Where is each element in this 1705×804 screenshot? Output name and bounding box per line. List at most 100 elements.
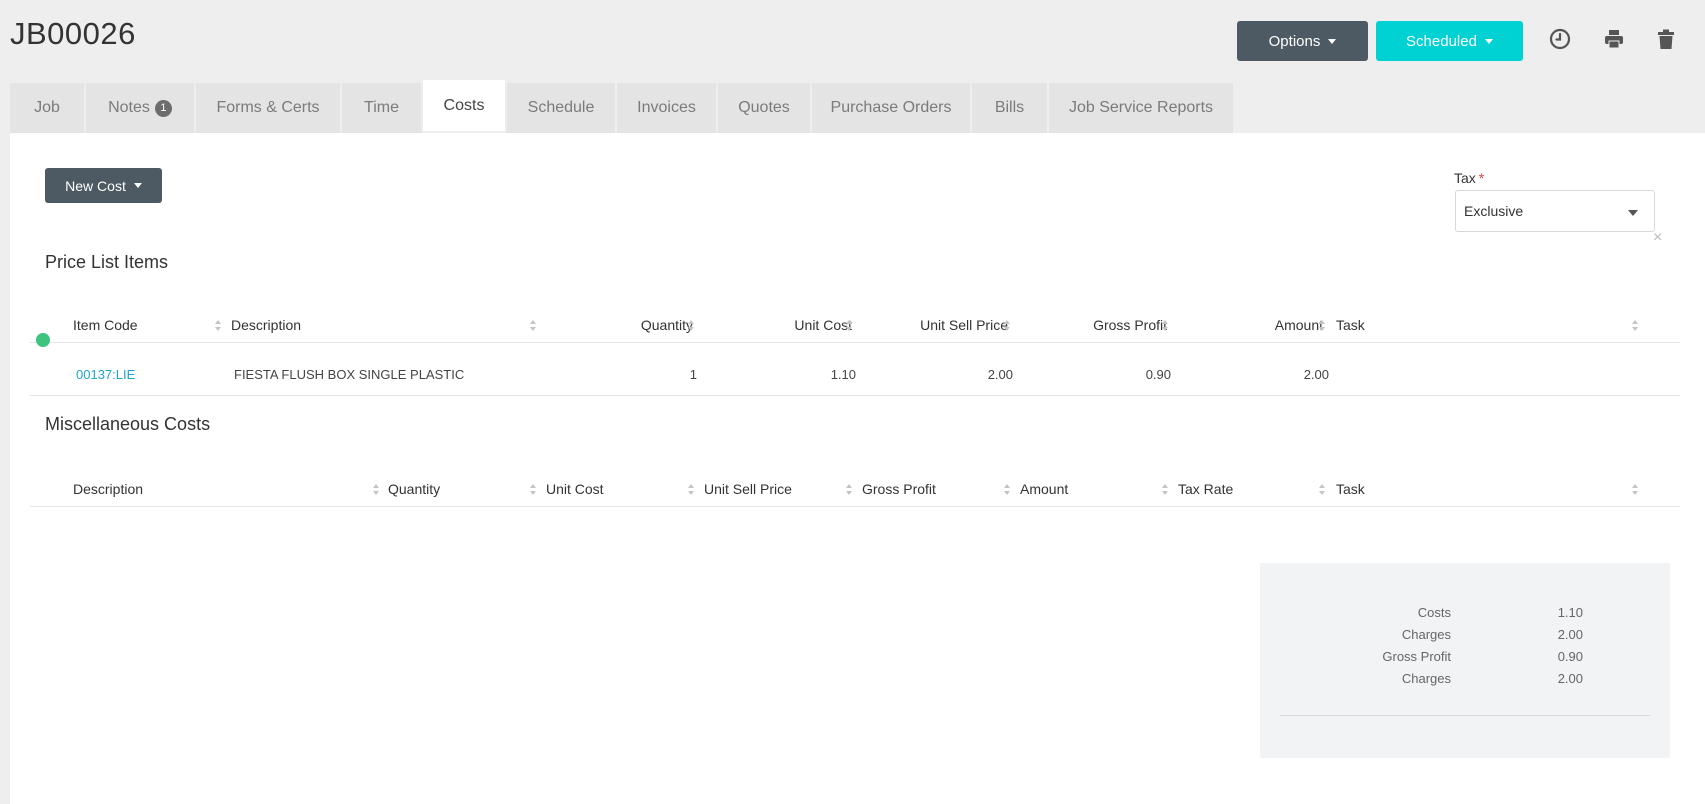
col-unit-cost[interactable]: Unit Cost	[794, 317, 852, 333]
new-cost-label: New Cost	[65, 177, 126, 194]
tab-schedule[interactable]: Schedule	[507, 83, 615, 133]
col-misc-tax-rate[interactable]: Tax Rate	[1178, 481, 1233, 497]
totals-label: Charges	[1401, 671, 1451, 686]
totals-value: 1.10	[1557, 605, 1583, 620]
sort-icon[interactable]	[1319, 320, 1326, 331]
totals-value: 0.90	[1557, 649, 1583, 664]
caret-down-icon	[1484, 38, 1493, 44]
caret-down-icon	[133, 183, 142, 188]
print-icon[interactable]	[1601, 26, 1627, 52]
tab-label: Costs	[443, 96, 485, 114]
tab-job-service-reports[interactable]: Job Service Reports	[1049, 83, 1233, 133]
tab-label: Time	[364, 99, 399, 116]
sort-icon[interactable]	[1632, 484, 1639, 495]
totals-value: 2.00	[1557, 627, 1583, 642]
caret-down-icon	[1328, 38, 1337, 44]
col-misc-gross-profit[interactable]: Gross Profit	[862, 481, 936, 497]
totals-value: 2.00	[1557, 671, 1583, 686]
sort-icon[interactable]	[1319, 484, 1326, 495]
notes-count-badge: 1	[154, 99, 172, 117]
options-button[interactable]: Options	[1237, 21, 1368, 61]
sort-icon[interactable]	[846, 484, 853, 495]
tab-bar: Job Notes 1 Forms & Certs Time Costs Sche…	[10, 80, 1235, 133]
tax-label-text: Tax	[1454, 170, 1476, 186]
tab-invoices[interactable]: Invoices	[617, 83, 716, 133]
sort-icon[interactable]	[215, 320, 222, 331]
item-amount: 2.00	[1303, 367, 1329, 382]
sort-icon[interactable]	[530, 484, 537, 495]
status-dot-icon	[36, 333, 50, 347]
options-button-label: Options	[1268, 32, 1321, 50]
col-misc-unit-cost[interactable]: Unit Cost	[546, 481, 604, 497]
col-gross-profit[interactable]: Gross Profit	[1093, 317, 1167, 333]
tab-job[interactable]: Job	[10, 83, 84, 133]
col-task[interactable]: Task	[1336, 317, 1365, 333]
job-title: JB00026	[10, 16, 136, 51]
tax-label: Tax *	[1454, 170, 1484, 186]
tax-select[interactable]: Exclusive	[1455, 190, 1655, 232]
col-misc-task[interactable]: Task	[1336, 481, 1365, 497]
tab-label: Job Service Reports	[1068, 99, 1214, 116]
tab-label: Purchase Orders	[830, 99, 952, 116]
col-description[interactable]: Description	[231, 317, 301, 333]
sort-icon[interactable]	[373, 484, 380, 495]
item-gross-profit: 0.90	[1145, 367, 1171, 382]
col-misc-amount[interactable]: Amount	[1020, 481, 1068, 497]
trash-icon[interactable]	[1653, 26, 1679, 52]
tab-label: Quotes	[738, 99, 790, 116]
tab-label: Invoices	[637, 99, 696, 116]
col-misc-unit-sell-price[interactable]: Unit Sell Price	[704, 481, 792, 497]
sort-icon[interactable]	[688, 484, 695, 495]
tax-select-value: Exclusive	[1464, 203, 1524, 219]
tab-quotes[interactable]: Quotes	[718, 83, 810, 133]
tab-costs[interactable]: Costs	[423, 80, 505, 131]
costs-panel: New Cost Tax * Exclusive Price List Items…	[10, 133, 1705, 804]
price-list-title: Price List Items	[45, 252, 169, 272]
required-marker: *	[1478, 170, 1485, 186]
divider	[30, 342, 1680, 343]
col-quantity[interactable]: Quantity	[641, 317, 693, 333]
status-button-label: Scheduled	[1406, 32, 1477, 50]
sort-icon[interactable]	[1004, 484, 1011, 495]
sort-icon[interactable]	[688, 320, 695, 331]
tab-label: Forms & Certs	[216, 99, 320, 116]
sort-icon[interactable]	[1162, 484, 1169, 495]
tab-purchase-orders[interactable]: Purchase Orders	[812, 83, 970, 133]
col-item-code[interactable]: Item Code	[73, 317, 138, 333]
totals-label: Costs	[1417, 605, 1451, 620]
divider	[30, 506, 1680, 507]
tab-time[interactable]: Time	[342, 83, 421, 133]
col-misc-quantity[interactable]: Quantity	[388, 481, 440, 497]
tab-label: Job	[34, 99, 60, 116]
totals-divider	[1280, 715, 1650, 716]
tab-label: Bills	[994, 99, 1025, 116]
totals-summary: Costs 1.10 Charges 2.00 Gross Profit 0.9…	[1260, 563, 1670, 758]
sort-icon[interactable]	[846, 320, 853, 331]
tab-label: Notes	[108, 99, 150, 116]
new-cost-button[interactable]: New Cost	[45, 168, 162, 203]
item-description: FIESTA FLUSH BOX SINGLE PLASTIC	[234, 367, 465, 382]
misc-costs-title: Miscellaneous Costs	[45, 414, 211, 434]
col-unit-sell-price[interactable]: Unit Sell Price	[920, 317, 1008, 333]
sort-icon[interactable]	[1632, 320, 1639, 331]
tab-label: Schedule	[527, 99, 595, 116]
status-dropdown-button[interactable]: Scheduled	[1376, 21, 1523, 61]
tab-forms-certs[interactable]: Forms & Certs	[196, 83, 340, 133]
clock-icon[interactable]	[1547, 26, 1573, 52]
item-quantity[interactable]: 1	[690, 367, 697, 382]
totals-label: Charges	[1401, 627, 1451, 642]
col-amount[interactable]: Amount	[1275, 317, 1323, 333]
col-misc-description[interactable]: Description	[73, 481, 143, 497]
divider	[30, 395, 1680, 396]
remove-row-icon[interactable]: ×	[1653, 229, 1662, 247]
sort-icon[interactable]	[1004, 320, 1011, 331]
totals-label: Gross Profit	[1382, 649, 1451, 664]
item-unit-cost[interactable]: 1.10	[831, 367, 856, 382]
chevron-down-icon	[1628, 210, 1638, 216]
item-code-link[interactable]: 00137:LIE	[76, 367, 135, 382]
item-unit-sell-price[interactable]: 2.00	[988, 367, 1013, 382]
tab-bills[interactable]: Bills	[972, 83, 1047, 133]
sort-icon[interactable]	[1162, 320, 1169, 331]
tab-notes[interactable]: Notes 1	[86, 83, 194, 133]
sort-icon[interactable]	[530, 320, 537, 331]
